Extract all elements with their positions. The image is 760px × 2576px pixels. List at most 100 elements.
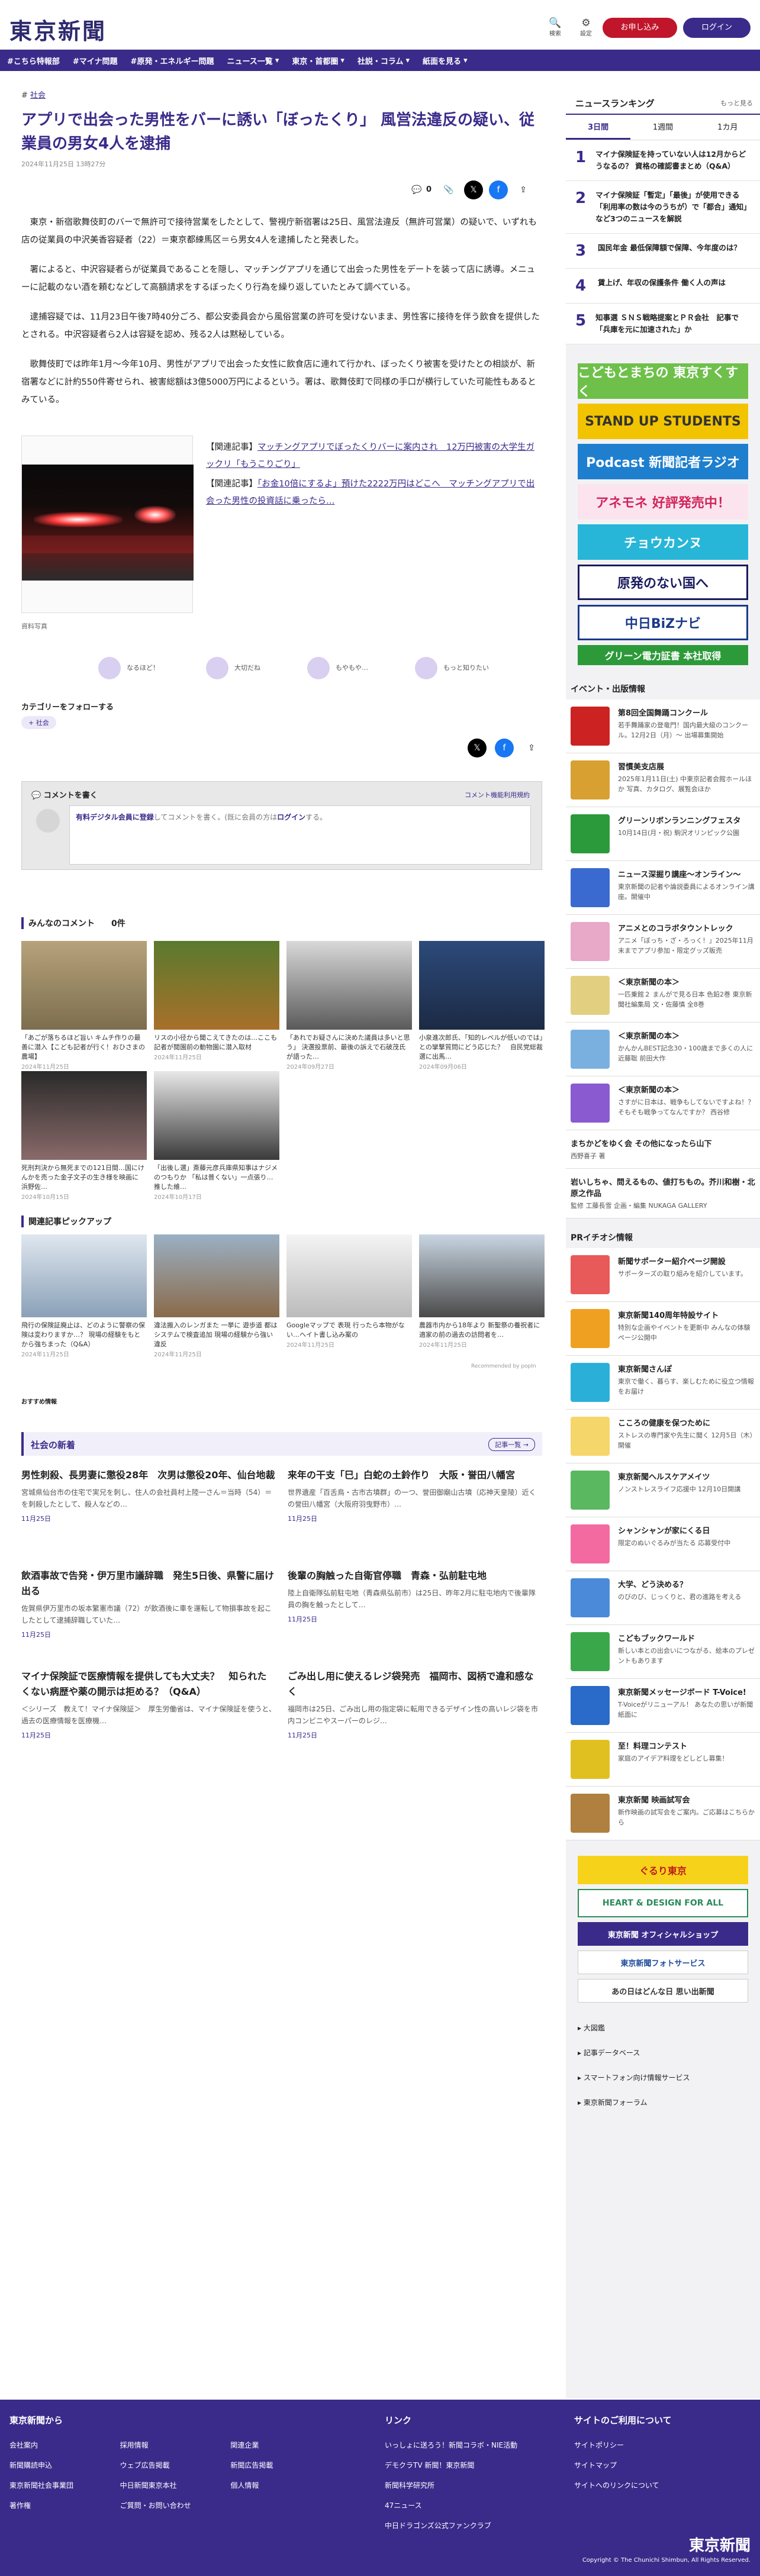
article-photo[interactable] xyxy=(21,436,194,613)
event-item[interactable]: ＜東京新聞の本＞ さすがに日本は、戦争もしてないですよね！？そもそも戦争ってなんで… xyxy=(566,1076,760,1130)
pickup-article[interactable]: 農器市内から18年より 新聖祭の養祝者に適家の前の過去の訪問者を… 2024年11… xyxy=(419,1234,545,1349)
breadcrumb-link[interactable]: 社会 xyxy=(30,91,46,100)
comment-icon[interactable]: 💬 xyxy=(407,180,426,199)
banner[interactable]: 中日BiZナビ xyxy=(578,605,748,640)
login-button[interactable]: ログイン xyxy=(683,18,751,38)
tab-3days[interactable]: 3日間 xyxy=(566,115,631,140)
pr-item[interactable]: こどもブックワールド 新しい本との出会いにつながる、絵本のプレゼントもあります xyxy=(566,1625,760,1679)
event-item[interactable]: グリーンリボンランニングフェスタ 10月14日(月・祝) 駒沢オリンピック公園 xyxy=(566,807,760,861)
ranking-item[interactable]: 1 マイナ保険証を持っていない人は12月からどうなるの？ 資格の確認書まとめ（Q&… xyxy=(566,140,760,181)
pickup-article[interactable]: Googleマップで 表現 行ったら本物がない…ヘイト書し込み案の 2024年11… xyxy=(286,1234,412,1349)
reaction-button[interactable]: なるほど！ xyxy=(98,657,159,679)
pickup-article[interactable]: 飛行の保険証廃止は、どのように警察の保険は変わりますか…？ 現場の経験をもとから… xyxy=(21,1234,147,1358)
event-item[interactable]: アニメとのコラボタウントレック アニメ「ぼっち・ざ・ろっく！」2025年11月末ま… xyxy=(566,915,760,969)
popular-article[interactable]: 「あれでお疑さんに決めた議員は多いと思う」 決選投票前、最後の訴えで石破茂氏が語… xyxy=(286,941,412,1071)
ranking-item[interactable]: 2 マイナ保険証「暫定」「最後」が使用できる「利用率の数は今のうちが）で「都合」通… xyxy=(566,181,760,234)
pickup-article[interactable]: 違法搬入のレンガまた 一挙に 遊歩道 都はシステムで検査追加 現場の経験から強い… xyxy=(154,1234,279,1358)
ranking-item[interactable]: 3 国民年金 最低保障額で保障、今年度のは？ xyxy=(566,234,760,269)
ranking-item[interactable]: 5 知事選 ＳＮＳ戦略提案とＰＲ会社 記事で「兵庫を元に加速された」か xyxy=(566,304,760,344)
footer-link[interactable]: 個人情報 xyxy=(230,2475,341,2496)
event-item[interactable]: ニュース深掘り講座〜オンライン〜 東京新聞の記者や論説委員によるオンライン講座。開… xyxy=(566,861,760,915)
popular-article[interactable]: 死刑判決から無死までの121日間…国にけんかを売った金子文子の生き様を映画に 浜… xyxy=(21,1071,147,1201)
side-banner[interactable]: あの日はどんな日 思い出新聞 xyxy=(578,1979,748,2003)
event-item[interactable]: 習慣美支店展 2025年1月11日(土) 中東京記者会館ホールほか 写真、カタログ… xyxy=(566,753,760,807)
banner[interactable]: アネモネ 好評発売中！ xyxy=(578,484,748,520)
banner[interactable]: STAND UP STUDENTS xyxy=(578,404,748,439)
footer-link[interactable]: 中日新聞東京本社 xyxy=(120,2475,231,2496)
footer-link[interactable]: 著作権 xyxy=(9,2496,120,2516)
pr-item[interactable]: 至！料理コンテスト 家庭のアイデア料理をどしどし募集！ xyxy=(566,1733,760,1787)
reaction-button[interactable]: 大切だね xyxy=(206,657,260,679)
pr-item[interactable]: 東京新聞ヘルスケアメイツ ノンストレスライフ応援中 12月10日開講 xyxy=(566,1463,760,1517)
nav-item[interactable]: 社説・コラム xyxy=(358,55,404,66)
footer-link[interactable]: 新聞科学研究所 xyxy=(385,2475,562,2496)
footer-link[interactable]: いっしょに送ろう！新聞コラボ・NIE活動 xyxy=(385,2435,562,2455)
footer-link[interactable]: サイトポリシー xyxy=(574,2435,752,2455)
footer-link[interactable]: 採用情報 xyxy=(120,2435,231,2455)
footer-link[interactable]: 47ニュース xyxy=(385,2496,562,2516)
facebook-share-icon[interactable]: f xyxy=(489,180,508,199)
follow-tag[interactable]: + 社会 xyxy=(21,716,56,729)
popular-article[interactable]: 小泉進次郎氏、「知的レベルが低いのでは」との攣撃質問にどう応じた？ 自民党総裁選… xyxy=(419,941,545,1071)
footer-link[interactable]: デモクラTV 新聞！東京新聞 xyxy=(385,2455,562,2475)
search-button[interactable]: 🔍 検索 xyxy=(545,18,566,37)
side-banner[interactable]: HEART & DESIGN FOR ALL xyxy=(578,1889,748,1917)
event-item[interactable]: 岩いしちゃ、問えるもの、値打ちもの。芥川和樹・北原之作品 監修 工藤長雪 企画・編… xyxy=(566,1169,760,1218)
footer-link[interactable]: サイトマップ xyxy=(574,2455,752,2475)
clip-icon[interactable]: 📎 xyxy=(439,180,458,199)
site-logo[interactable]: 東京新聞 xyxy=(9,13,107,46)
event-item[interactable]: ＜東京新聞の本＞ 一匹乗館２ まんがで見る日本 色鉛2巻 東京新聞社編集局 文・佐… xyxy=(566,969,760,1023)
news-more-button[interactable]: 記事一覧 → xyxy=(488,1438,535,1451)
footer-link[interactable]: ご質問・お問い合わせ xyxy=(120,2496,231,2516)
news-item[interactable]: 来年の干支「巳」白蛇の土鈴作り 大阪・誉田八幡宮 世界遺産「百舌鳥・古市古墳群」の… xyxy=(288,1468,542,1523)
footer-logo[interactable]: 東京新聞 xyxy=(689,2533,751,2555)
comment-guide-link[interactable]: コメント機能利用規約 xyxy=(465,790,530,799)
tab-1week[interactable]: 1週間 xyxy=(630,115,695,140)
upload-share-icon[interactable]: ⇪ xyxy=(514,180,533,199)
side-link[interactable]: ▸ 東京新聞フォーラム xyxy=(578,2090,748,2115)
side-banner[interactable]: 東京新聞フォトサービス xyxy=(578,1950,748,1974)
pr-item[interactable]: 東京新聞メッセージボード T-Voice! T-Voiceがリニューアル！ あなた… xyxy=(566,1679,760,1733)
side-link[interactable]: ▸ 記事データベース xyxy=(578,2040,748,2065)
upload-share-icon[interactable]: ⇪ xyxy=(522,739,541,757)
x-share-icon[interactable]: 𝕏 xyxy=(468,739,487,757)
nav-item[interactable]: 東京・首都圏 xyxy=(292,55,338,66)
reaction-button[interactable]: もっと知りたい xyxy=(415,657,489,679)
tab-1month[interactable]: 1カ月 xyxy=(695,115,760,140)
event-item[interactable]: まちかどをゆく会 その他になったら山下 西野喜子 著 xyxy=(566,1130,760,1169)
settings-button[interactable]: ⚙ 設定 xyxy=(575,18,597,37)
news-item[interactable]: 後輩の胸触った自衛官停職 青森・弘前駐屯地 陸上自衛隊弘前駐屯地（青森県弘前市）は… xyxy=(288,1568,542,1624)
nav-item[interactable]: #こちら特報部 xyxy=(7,55,60,66)
nav-item[interactable]: 紙面を見る xyxy=(423,55,461,66)
event-item[interactable]: 第8回全国舞踊コンクール 若手舞踊家の登竜門！国内最大級のコンクール。12月2日（… xyxy=(566,699,760,753)
nav-item[interactable]: ニュース一覧 xyxy=(227,55,272,66)
x-share-icon[interactable]: 𝕏 xyxy=(464,180,483,199)
signup-button[interactable]: お申し込み xyxy=(603,18,677,38)
pr-item[interactable]: 東京新聞140周年特設サイト 特別な企画やイベントを更新中 みんなの体験ページ公開… xyxy=(566,1302,760,1356)
side-banner[interactable]: 東京新聞 オフィシャルショップ xyxy=(578,1922,748,1946)
side-link[interactable]: ▸ 大図鑑 xyxy=(578,2016,748,2040)
footer-link[interactable]: 関連企業 xyxy=(230,2435,341,2455)
footer-link[interactable]: 新聞購読申込 xyxy=(9,2455,120,2475)
banner[interactable]: グリーン電力証書 本社取得 xyxy=(578,645,748,665)
side-banner[interactable]: ぐるり東京 xyxy=(578,1856,748,1884)
side-link[interactable]: ▸ スマートフォン向け情報サービス xyxy=(578,2065,748,2090)
footer-link[interactable]: 会社案内 xyxy=(9,2435,120,2455)
popular-article[interactable]: 「出後し選」斎藤元彦兵庫県知事はナジメのつもりか 「私は普くない」一点張り…推し… xyxy=(154,1071,279,1201)
popular-article[interactable]: リスの小径から聞こえてきたのは…ここも記者が閲園前の動物園に潜入取材 2024年1… xyxy=(154,941,279,1061)
comment-input[interactable]: 有料デジタル会員に登録してコメントを書く。(既に会員の方はログインする。 xyxy=(69,805,531,865)
pr-item[interactable]: 東京新聞さんぽ 東京で働く、暮らす、楽しむために役立つ情報をお届け xyxy=(566,1356,760,1410)
footer-link[interactable]: 東京新聞社会事業団 xyxy=(9,2475,120,2496)
banner[interactable]: チョウカンヌ xyxy=(578,524,748,560)
footer-link[interactable]: ウェブ広告掲載 xyxy=(120,2455,231,2475)
footer-link[interactable]: 新聞広告掲載 xyxy=(230,2455,341,2475)
news-item[interactable]: 男性刺殺、長男妻に懲役28年 次男は懲役20年、仙台地裁 宮城県仙台市の住宅で実兄… xyxy=(21,1468,276,1523)
nav-item[interactable]: #原発・エネルギー問題 xyxy=(131,55,214,66)
banner[interactable]: こどもとまちの 東京すくすく xyxy=(578,363,748,399)
reaction-button[interactable]: もやもや… xyxy=(307,657,368,679)
ranking-more-link[interactable]: もっと見る xyxy=(720,98,753,108)
ranking-item[interactable]: 4 賃上げ、年収の保護条件 働く人の声は xyxy=(566,269,760,304)
event-item[interactable]: ＜東京新聞の本＞ かんかんBEST記念30・100歳まで多くの人に 近藤聡 前田大… xyxy=(566,1023,760,1076)
facebook-share-icon[interactable]: f xyxy=(495,739,514,757)
pr-item[interactable]: 大学、どう決める？ のびのび、じっくりと、君の進路を考える xyxy=(566,1571,760,1625)
